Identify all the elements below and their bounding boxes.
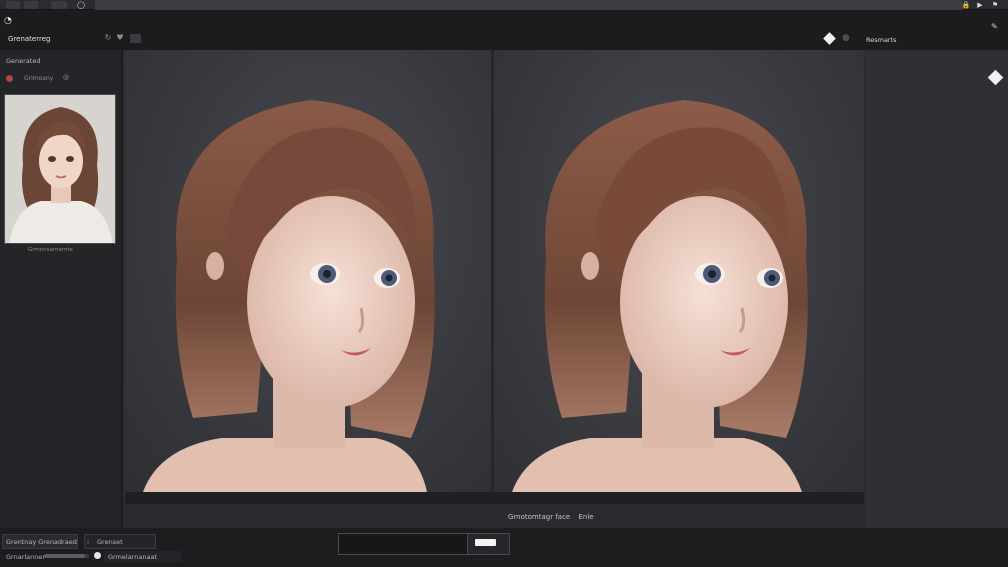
strength-slider-track[interactable] (44, 554, 89, 558)
left-panel-row-label[interactable]: Grimoany (24, 75, 53, 82)
diamond-icon[interactable] (823, 32, 836, 45)
menu-button[interactable] (6, 1, 20, 9)
results-label[interactable]: Resmarts (866, 36, 897, 44)
comparison-image-right[interactable] (494, 50, 864, 492)
reference-thumbnail[interactable] (4, 94, 116, 244)
portrait-left (143, 100, 435, 492)
document-title: Grenaterreg (8, 35, 51, 43)
slider-label: Grmelarnanaat (108, 553, 158, 561)
layers-button[interactable] (130, 34, 141, 43)
eye-icon[interactable]: ◎ (63, 73, 69, 81)
generate-button-indicator (475, 539, 496, 546)
layout-button[interactable] (51, 1, 67, 9)
prompt-input[interactable] (338, 533, 468, 555)
heart-icon[interactable]: ♥ (115, 33, 125, 43)
comparison-image-left[interactable] (125, 50, 491, 492)
moon-icon[interactable]: ● (842, 33, 850, 43)
app-logo-icon: ◔ (4, 16, 12, 26)
caption-secondary: Enle (578, 513, 594, 521)
preset-tag: Grenset (97, 538, 123, 546)
caption-primary: Grnotomtagr face (508, 513, 571, 521)
minimize-button[interactable] (24, 1, 38, 9)
thumbnail-caption: Grmnnsarnemte (28, 247, 73, 253)
secondary-label: Grnarlanner (6, 553, 46, 561)
portrait-right (512, 100, 808, 492)
strength-slider-fill (44, 554, 85, 558)
status-dot (6, 75, 13, 82)
thumbnail-portrait (5, 95, 115, 243)
refresh-icon[interactable]: ↻ (103, 33, 113, 43)
left-panel-header: Generated (6, 57, 41, 65)
preset-label: Grentnay Grenadraed (6, 538, 77, 546)
flag-icon[interactable]: ⚑ (990, 1, 1000, 9)
timeline-strip[interactable] (125, 492, 864, 504)
tab-strip[interactable] (95, 0, 963, 10)
right-panel (866, 50, 1008, 530)
caption-text: Grnotomtagr face Enle (508, 513, 594, 521)
caption-bar (123, 504, 866, 528)
add-node-icon[interactable] (987, 69, 1004, 86)
loading-icon: ◯ (77, 1, 85, 9)
play-icon[interactable]: ▶ (975, 1, 985, 9)
pin-icon[interactable]: ✎ (991, 22, 998, 31)
preset-tag-icon: ⁝ (87, 538, 90, 546)
strength-slider-knob[interactable] (94, 552, 101, 559)
lock-icon[interactable]: 🔒 (961, 1, 971, 9)
toolbar (0, 10, 1008, 50)
